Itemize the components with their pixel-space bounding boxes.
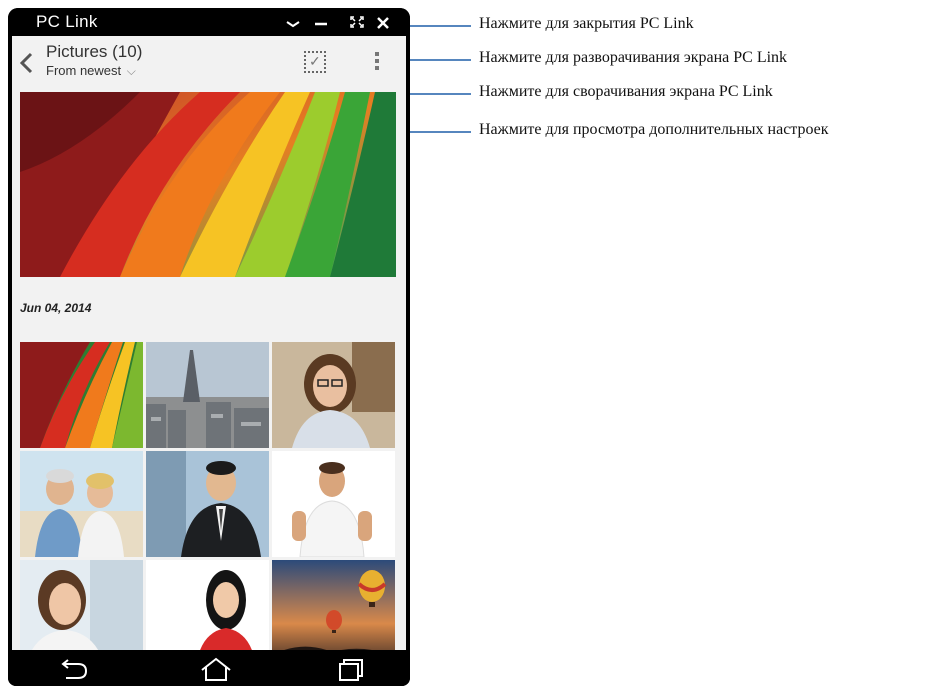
sort-label: From newest [46,63,122,78]
album-title: Pictures (10) [46,42,143,61]
select-all-icon[interactable]: ✓ [304,51,326,73]
pc-link-window: PC Link Pictures (10) From newest ⌵ ✓ Ju… [8,8,410,686]
gallery-app: Pictures (10) From newest ⌵ ✓ Jun 04, 20… [12,36,406,650]
thumbnail-hot-air-balloons[interactable] [272,560,395,650]
thumbnail-paris-city[interactable] [146,342,269,448]
callout-close: Нажмите для закрытия PC Link [479,15,694,32]
callout-maximize: Нажмите для разворачивания экрана PC Lin… [479,49,788,66]
featured-image[interactable] [20,92,396,277]
thumbnail-man-white-shirt[interactable] [272,451,395,557]
check-icon: ✓ [309,53,321,69]
back-icon[interactable] [54,656,94,682]
sort-dropdown[interactable]: From newest ⌵ [46,63,136,79]
more-options-icon[interactable] [375,52,379,73]
sort-arrow-icon: ⌵ [126,64,136,78]
minimize-icon[interactable] [311,11,331,33]
thumbnail-senior-couple[interactable] [20,451,143,557]
navigation-bar [8,650,410,686]
app-header: Pictures (10) From newest ⌵ ✓ [12,36,406,92]
thumbnail-smiling-woman[interactable] [20,560,143,650]
close-icon[interactable] [373,11,393,33]
maximize-icon[interactable] [347,11,367,33]
thumbnail-woman-glasses[interactable] [272,342,395,448]
callout-more-settings: Нажмите для просмотра дополнительных нас… [479,121,829,138]
home-icon[interactable] [196,656,236,682]
callout-minimize: Нажмите для сворачивания экрана PC Link [479,83,773,100]
back-chevron-icon[interactable] [18,50,34,81]
recent-apps-icon[interactable] [330,656,370,682]
thumbnail-rainbow-paper[interactable] [20,342,143,448]
title-bar: PC Link [8,8,410,36]
window-title: PC Link [36,12,98,31]
chevron-down-icon[interactable] [283,11,303,33]
thumbnail-asian-woman[interactable] [146,560,269,650]
date-group-label: Jun 04, 2014 [20,301,92,315]
thumbnail-businessman[interactable] [146,451,269,557]
